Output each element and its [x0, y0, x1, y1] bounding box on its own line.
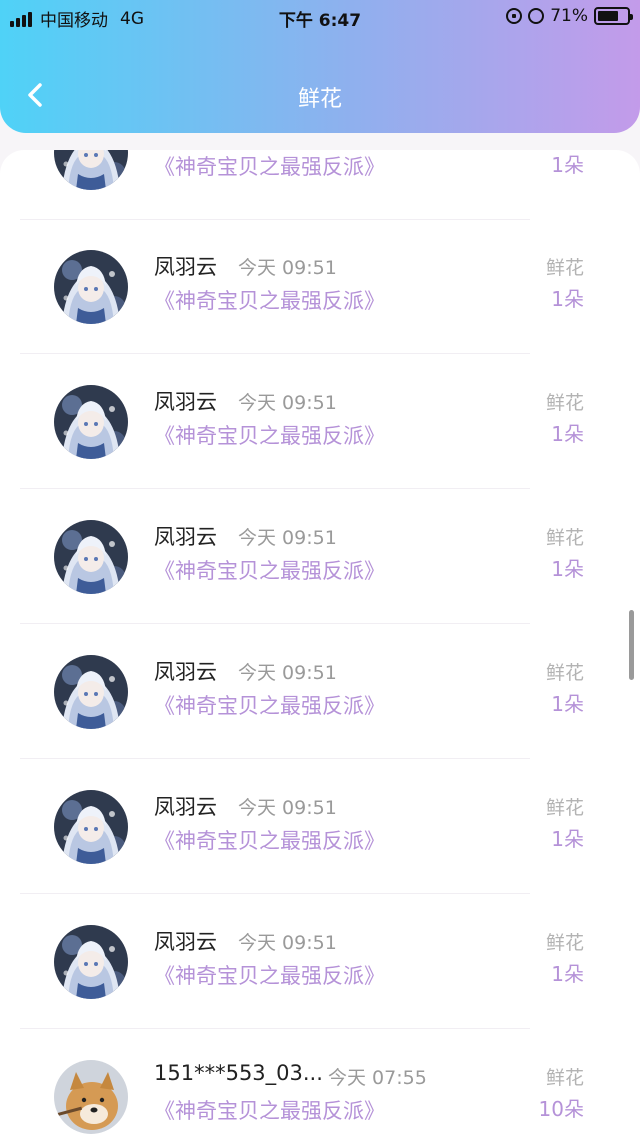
avatar[interactable] — [54, 790, 128, 864]
timestamp: 今天 09:51 — [238, 392, 337, 414]
timestamp: 今天 09:51 — [238, 257, 337, 279]
book-title-link[interactable]: 《神奇宝贝之最强反派》 — [154, 285, 385, 315]
gift-count: 1朵 — [551, 422, 584, 446]
timestamp: 今天 09:51 — [238, 932, 337, 954]
user-name: 凤羽云 — [154, 660, 217, 684]
gift-count: 1朵 — [551, 287, 584, 311]
gift-count: 1朵 — [551, 827, 584, 851]
status-bar: 中国移动 4G 下午 6:47 71% — [0, 0, 640, 34]
avatar[interactable] — [54, 1060, 128, 1134]
gift-type: 鲜花 — [545, 1067, 584, 1089]
book-title-link[interactable]: 《神奇宝贝之最强反派》 — [154, 960, 385, 990]
flower-record-list[interactable]: 凤羽云今天 09:51《神奇宝贝之最强反派》鲜花1朵 凤羽云今天 09:51《神… — [0, 150, 640, 1138]
gift-count: 1朵 — [551, 557, 584, 581]
list-item[interactable]: 凤羽云今天 09:51 《神奇宝贝之最强反派》 鲜花 1朵 — [0, 219, 640, 354]
user-name: 151***553_03... — [154, 1061, 323, 1085]
book-title-link[interactable]: 《神奇宝贝之最强反派》 — [154, 690, 385, 720]
timestamp: 今天 09:51 — [238, 662, 337, 684]
battery-icon — [594, 7, 633, 25]
book-title-link[interactable]: 《神奇宝贝之最强反派》 — [154, 555, 385, 585]
status-right: 71% — [506, 6, 633, 26]
gift-type: 鲜花 — [545, 527, 584, 549]
user-name: 凤羽云 — [154, 930, 217, 954]
avatar[interactable] — [54, 250, 128, 324]
battery-percent: 71% — [550, 6, 588, 26]
timestamp: 今天 07:55 — [328, 1067, 427, 1089]
page-title: 鲜花 — [297, 87, 342, 112]
avatar[interactable] — [54, 385, 128, 459]
book-title-link[interactable]: 《神奇宝贝之最强反派》 — [154, 151, 385, 181]
gift-type: 鲜花 — [545, 392, 584, 414]
list-item[interactable]: 凤羽云今天 09:51 《神奇宝贝之最强反派》 鲜花 1朵 — [0, 354, 640, 489]
gift-type: 鲜花 — [545, 662, 584, 684]
user-name: 凤羽云 — [154, 390, 217, 414]
scrollbar[interactable] — [629, 610, 634, 680]
avatar[interactable] — [54, 655, 128, 729]
timestamp: 今天 09:51 — [238, 527, 337, 549]
user-name: 凤羽云 — [154, 255, 217, 279]
timestamp: 今天 09:51 — [238, 797, 337, 819]
list-item[interactable]: 凤羽云今天 09:51 《神奇宝贝之最强反派》 鲜花 1朵 — [0, 894, 640, 1029]
battery-fill — [598, 11, 618, 21]
avatar[interactable] — [54, 925, 128, 999]
gift-count: 1朵 — [551, 153, 584, 177]
book-title-link[interactable]: 《神奇宝贝之最强反派》 — [154, 420, 385, 450]
list-item[interactable]: 凤羽云今天 09:51 《神奇宝贝之最强反派》 鲜花 1朵 — [0, 624, 640, 759]
book-title-link[interactable]: 《神奇宝贝之最强反派》 — [154, 1095, 385, 1125]
gift-type: 鲜花 — [545, 257, 584, 279]
gift-type: 鲜花 — [545, 797, 584, 819]
gift-count: 1朵 — [551, 692, 584, 716]
list-item[interactable]: 凤羽云今天 09:51 《神奇宝贝之最强反派》 鲜花 1朵 — [0, 489, 640, 624]
user-name: 凤羽云 — [154, 525, 217, 549]
list-item[interactable]: 151***553_03... 今天 07:55 《神奇宝贝之最强反派》 鲜花 10朵 — [0, 1029, 640, 1138]
rotation-lock-icon — [506, 8, 523, 24]
gift-count: 10朵 — [538, 1097, 584, 1121]
book-title-link[interactable]: 《神奇宝贝之最强反派》 — [154, 825, 385, 855]
list-item[interactable]: 凤羽云今天 09:51 《神奇宝贝之最强反派》 鲜花 1朵 — [0, 759, 640, 894]
alarm-icon — [528, 8, 545, 24]
user-name: 凤羽云 — [154, 795, 217, 819]
list-item[interactable]: 凤羽云今天 09:51《神奇宝贝之最强反派》鲜花1朵 — [0, 150, 640, 220]
gift-count: 1朵 — [551, 962, 584, 986]
avatar[interactable] — [54, 520, 128, 594]
gift-type: 鲜花 — [545, 932, 584, 954]
avatar[interactable] — [54, 150, 128, 190]
header-bar: 中国移动 4G 下午 6:47 71% 鲜花 — [0, 0, 640, 133]
